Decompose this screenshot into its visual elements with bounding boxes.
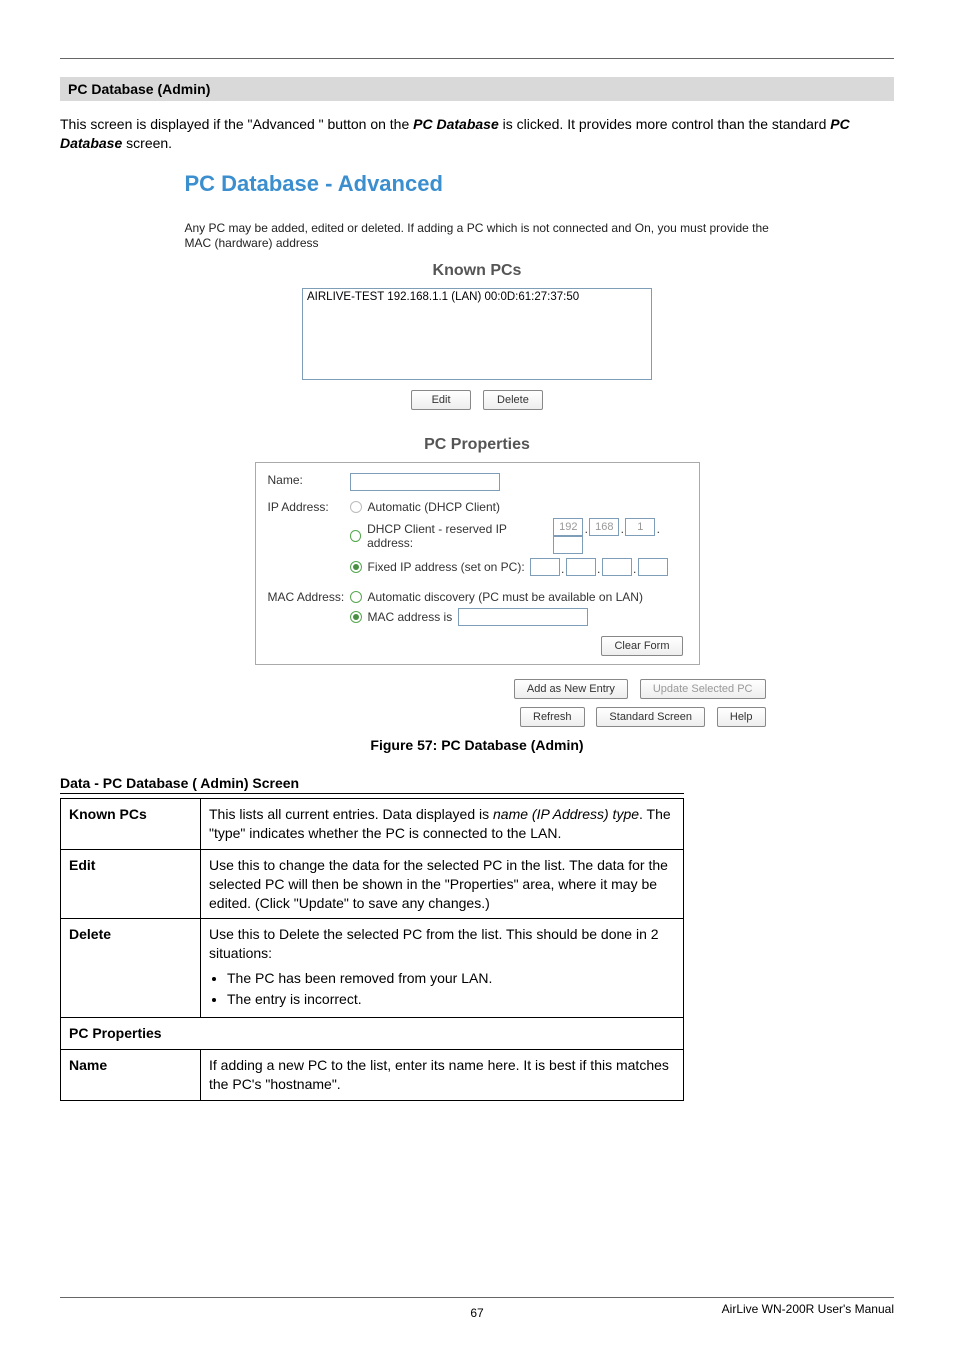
pc-properties-box: Name: IP Address: Automatic (DHCP Client…	[255, 462, 700, 665]
known-pcs-heading: Known PCs	[185, 262, 770, 280]
name-key: Name	[61, 1049, 201, 1100]
delete-key: Delete	[61, 919, 201, 1018]
data-table: Known PCs This lists all current entries…	[60, 798, 684, 1101]
refresh-button[interactable]: Refresh	[520, 707, 585, 727]
known-pcs-key: Known PCs	[61, 798, 201, 849]
known-pc-entry[interactable]: AIRLIVE-TEST 192.168.1.1 (LAN) 00:0D:61:…	[307, 291, 647, 303]
name-label: Name:	[268, 473, 350, 487]
mac-address-label: MAC Address:	[268, 590, 350, 604]
name-desc: If adding a new PC to the list, enter it…	[201, 1049, 684, 1100]
ip-octet-4[interactable]	[553, 536, 583, 554]
ip-auto-radio[interactable]	[350, 501, 362, 513]
edit-button[interactable]: Edit	[411, 390, 471, 410]
mac-auto-radio[interactable]	[350, 591, 362, 603]
standard-screen-button[interactable]: Standard Screen	[596, 707, 705, 727]
fixed-ip-octet-4[interactable]	[638, 558, 668, 576]
pc-properties-heading: PC Properties	[185, 436, 770, 454]
known-pcs-desc: This lists all current entries. Data dis…	[201, 798, 684, 849]
pc-properties-section: PC Properties	[61, 1017, 684, 1049]
table-row: Edit Use this to change the data for the…	[61, 849, 684, 919]
data-section-heading: Data - PC Database ( Admin) Screen	[60, 775, 684, 794]
ip-octet-2[interactable]: 168	[589, 518, 619, 536]
delete-desc: Use this to Delete the selected PC from …	[201, 919, 684, 1018]
screenshot-title: PC Database - Advanced	[185, 171, 770, 197]
ip-address-label: IP Address:	[268, 500, 350, 514]
ip-octet-3[interactable]: 1	[625, 518, 655, 536]
section-title: PC Database (Admin)	[60, 77, 894, 101]
ip-reserved-label: DHCP Client - reserved IP address:	[367, 522, 548, 550]
intro-paragraph: This screen is displayed if the "Advance…	[60, 115, 894, 153]
table-row: Name If adding a new PC to the list, ent…	[61, 1049, 684, 1100]
fixed-ip-octet-1[interactable]	[530, 558, 560, 576]
add-as-new-entry-button[interactable]: Add as New Entry	[514, 679, 628, 699]
table-row: Known PCs This lists all current entries…	[61, 798, 684, 849]
table-row: PC Properties	[61, 1017, 684, 1049]
mac-input[interactable]	[458, 608, 588, 626]
update-selected-pc-button[interactable]: Update Selected PC	[640, 679, 766, 699]
name-input[interactable]	[350, 473, 500, 491]
clear-form-button[interactable]: Clear Form	[601, 636, 682, 656]
ip-reserved-radio[interactable]	[350, 530, 362, 542]
ip-auto-label: Automatic (DHCP Client)	[368, 500, 500, 514]
list-item: The PC has been removed from your LAN.	[227, 969, 675, 988]
ip-fixed-radio[interactable]	[350, 561, 362, 573]
table-row: Delete Use this to Delete the selected P…	[61, 919, 684, 1018]
screenshot-panel: PC Database - Advanced Any PC may be add…	[185, 171, 770, 665]
figure-caption: Figure 57: PC Database (Admin)	[60, 737, 894, 753]
fixed-ip-octet-2[interactable]	[566, 558, 596, 576]
list-item: The entry is incorrect.	[227, 990, 675, 1009]
delete-button[interactable]: Delete	[483, 390, 543, 410]
edit-key: Edit	[61, 849, 201, 919]
mac-auto-label: Automatic discovery (PC must be availabl…	[368, 590, 643, 604]
help-button[interactable]: Help	[717, 707, 766, 727]
ip-fixed-label: Fixed IP address (set on PC):	[368, 560, 525, 574]
mac-manual-radio[interactable]	[350, 611, 362, 623]
page-number: 67	[60, 1306, 894, 1320]
fixed-ip-octet-3[interactable]	[602, 558, 632, 576]
known-pcs-listbox[interactable]: AIRLIVE-TEST 192.168.1.1 (LAN) 00:0D:61:…	[302, 288, 652, 380]
mac-manual-label: MAC address is	[368, 610, 453, 624]
edit-desc: Use this to change the data for the sele…	[201, 849, 684, 919]
page-footer: 67 AirLive WN-200R User's Manual	[60, 1297, 894, 1316]
screenshot-subtitle: Any PC may be added, edited or deleted. …	[185, 221, 770, 252]
ip-octet-1[interactable]: 192	[553, 518, 583, 536]
